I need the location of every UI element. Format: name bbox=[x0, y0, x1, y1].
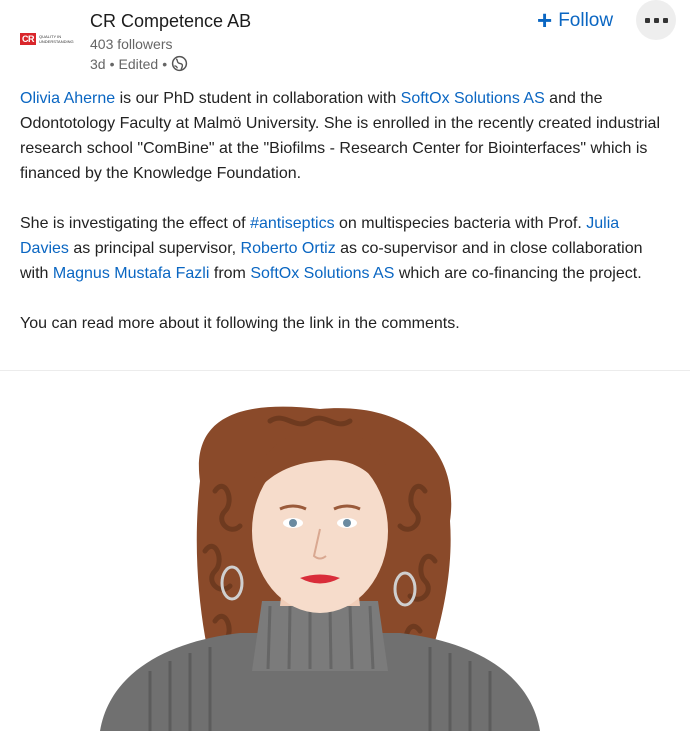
post-text: on multispecies bacteria with Prof. bbox=[334, 215, 587, 232]
meta-separator: • bbox=[109, 55, 115, 72]
mention-olivia-aherne[interactable]: Olivia Aherne bbox=[20, 90, 115, 107]
follower-count: 403 followers bbox=[90, 36, 173, 52]
follow-button[interactable]: + Follow bbox=[533, 6, 617, 36]
post-paragraph-1: Olivia Aherne is our PhD student in coll… bbox=[20, 86, 670, 186]
hashtag-antiseptics[interactable]: #antiseptics bbox=[250, 215, 335, 232]
post-image[interactable] bbox=[0, 371, 690, 731]
post-body: Olivia Aherne is our PhD student in coll… bbox=[20, 86, 670, 361]
portrait-photo bbox=[100, 406, 540, 731]
post-text: which are co-financing the project. bbox=[394, 265, 642, 282]
mention-magnus-fazli[interactable]: Magnus Mustafa Fazli bbox=[53, 265, 210, 282]
logo-tagline: Quality in Understanding bbox=[39, 34, 74, 44]
company-logo[interactable]: CR Quality in Understanding bbox=[20, 14, 78, 64]
post-paragraph-3: You can read more about it following the… bbox=[20, 315, 460, 332]
post-text: is our PhD student in collaboration with bbox=[115, 90, 401, 107]
mention-softox[interactable]: SoftOx Solutions AS bbox=[401, 90, 545, 107]
plus-icon: + bbox=[537, 4, 553, 35]
more-icon bbox=[644, 17, 668, 23]
follow-label: Follow bbox=[558, 10, 614, 31]
post-paragraph-2: She is investigating the effect of #anti… bbox=[20, 211, 670, 286]
company-name[interactable]: CR Competence AB bbox=[90, 11, 251, 32]
post-text: as principal supervisor, bbox=[68, 240, 241, 257]
mention-roberto-ortiz[interactable]: Roberto Ortiz bbox=[241, 240, 336, 257]
logo-mark: CR bbox=[20, 33, 36, 45]
post-text: She is investigating the effect of bbox=[20, 215, 251, 232]
post-text: from bbox=[209, 265, 251, 282]
edited-label: Edited bbox=[118, 55, 159, 72]
post-meta: 3d • Edited • bbox=[90, 55, 188, 72]
meta-separator: • bbox=[162, 55, 168, 72]
post-time: 3d bbox=[90, 55, 106, 72]
mention-softox[interactable]: SoftOx Solutions AS bbox=[250, 265, 394, 282]
post-header: CR Quality in Understanding CR Competenc… bbox=[0, 0, 690, 80]
more-options-button[interactable] bbox=[636, 0, 676, 40]
globe-icon bbox=[171, 55, 188, 72]
